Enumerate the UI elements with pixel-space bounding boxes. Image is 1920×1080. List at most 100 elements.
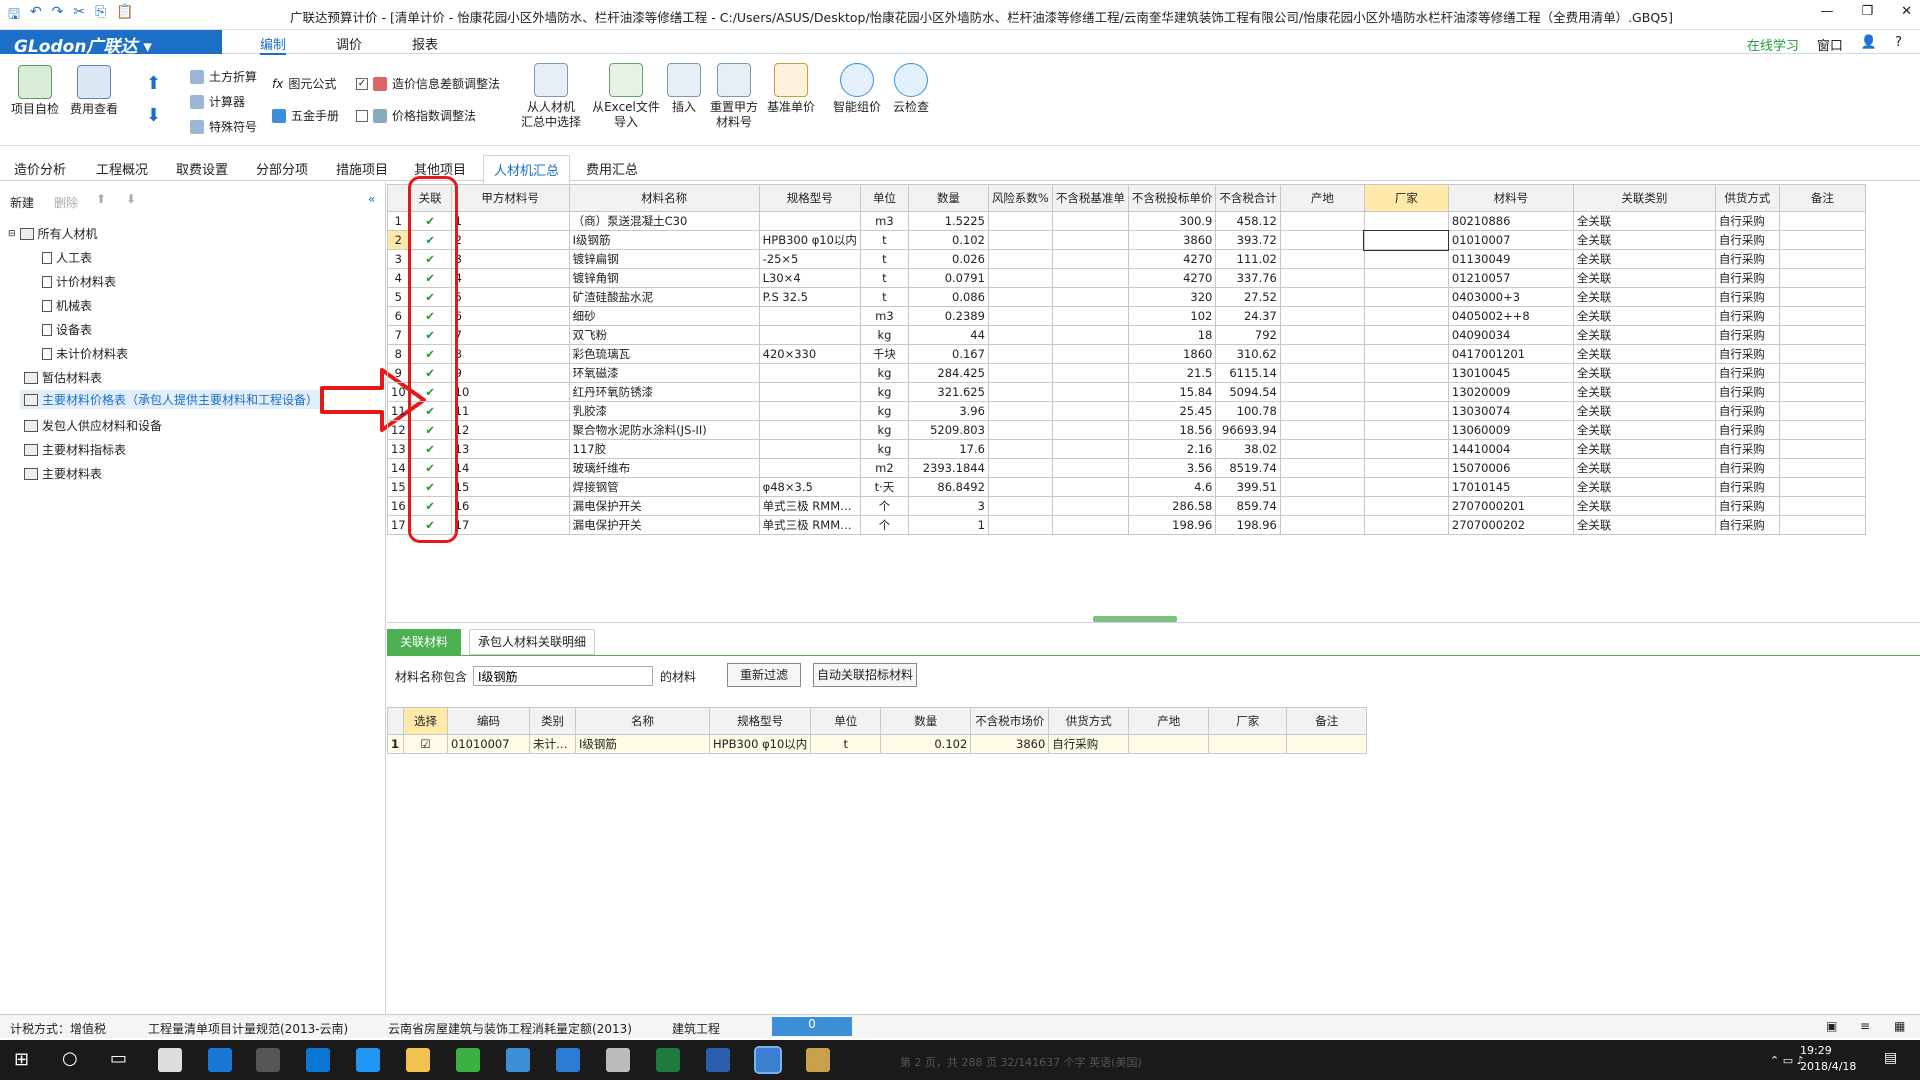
- column-header[interactable]: 规格型号: [708, 707, 812, 735]
- table-row[interactable]: 12 ✔ 12 聚合物水泥防水涂料(JS-II) kg 5209.803 18.56 9669…: [387, 420, 1866, 440]
- tab-reports[interactable]: 报表: [412, 34, 438, 53]
- list-icon[interactable]: ≡: [1860, 1019, 1870, 1033]
- column-header[interactable]: 关联类别: [1572, 184, 1716, 212]
- calculator-icon[interactable]: [606, 1048, 630, 1072]
- search-icon[interactable]: ○: [62, 1048, 78, 1069]
- edge-icon[interactable]: [306, 1048, 330, 1072]
- tab-sub-items[interactable]: 分部分项: [256, 159, 308, 178]
- tab-edit[interactable]: 编制: [260, 34, 287, 55]
- browser-icon[interactable]: [356, 1048, 380, 1072]
- select-from-summary-button[interactable]: 从人材机 汇总中选择: [520, 63, 582, 130]
- project-check-button[interactable]: 项目自检: [8, 65, 62, 117]
- column-header[interactable]: 单位: [810, 707, 882, 735]
- table-row[interactable]: 10 ✔ 10 红丹环氧防锈漆 kg 321.625 15.84 5094.54 1302000…: [387, 382, 1866, 402]
- table-row[interactable]: 16 ✔ 16 漏电保护开关 单式三极 RMM… 个 3 286.58 859.74 270700…: [387, 496, 1866, 516]
- column-header[interactable]: 选择: [403, 707, 448, 735]
- column-header[interactable]: 风险系数%: [987, 184, 1053, 212]
- tray-icons[interactable]: ⌃ ▭ ♪: [1770, 1054, 1804, 1067]
- word-icon[interactable]: [706, 1048, 730, 1072]
- column-header[interactable]: 甲方材料号: [450, 184, 570, 212]
- select-checkbox[interactable]: ☑: [403, 734, 448, 754]
- save-icon[interactable]: 🖫: [8, 4, 20, 28]
- column-header[interactable]: 材料名称: [568, 184, 760, 212]
- column-header[interactable]: 规格型号: [758, 184, 861, 212]
- formula-button[interactable]: fx 图元公式: [272, 75, 336, 92]
- move-down-icon[interactable]: ⬇: [146, 105, 161, 126]
- table-row[interactable]: 7 ✔ 7 双飞粉 kg 44 18 792 04090034 全关联 自行采购: [387, 325, 1866, 345]
- smart-pricing-button[interactable]: 智能组价: [830, 63, 884, 115]
- column-header[interactable]: 名称: [575, 707, 710, 735]
- calculator-button[interactable]: 计算器: [190, 93, 245, 110]
- excel-icon[interactable]: [656, 1048, 680, 1072]
- column-header[interactable]: 单位: [859, 184, 909, 212]
- tab-cost-analysis[interactable]: 造价分析: [14, 159, 66, 178]
- table-row[interactable]: 9 ✔ 9 环氧磁漆 kg 284.425 21.5 6115.14 13010045 全关联 自行…: [387, 363, 1866, 383]
- column-header[interactable]: 不含税投标单价: [1127, 184, 1217, 212]
- tab-contractor-link-detail[interactable]: 承包人材料关联明细: [469, 629, 595, 655]
- user-icon[interactable]: 👤: [1861, 35, 1877, 54]
- tree-node-unpriced-material[interactable]: 未计价材料表: [42, 345, 128, 362]
- folder-icon[interactable]: [406, 1048, 430, 1072]
- table-row[interactable]: 6 ✔ 6 细砂 m3 0.2389 102 24.37 0405002++8 全关联 自行采购: [387, 306, 1866, 326]
- tab-fee-summary[interactable]: 费用汇总: [586, 159, 638, 178]
- tree-node-main-material-price[interactable]: 主要材料价格表（承包人提供主要材料和工程设备）: [20, 390, 323, 409]
- column-header[interactable]: 数量: [880, 707, 972, 735]
- clock-time[interactable]: 19:29: [1800, 1044, 1832, 1057]
- tree-node-main-material[interactable]: 主要材料表: [24, 465, 102, 482]
- start-icon[interactable]: ⊞: [14, 1049, 29, 1070]
- column-header[interactable]: 编码: [447, 707, 530, 735]
- table-row[interactable]: 8 ✔ 8 彩色琉璃瓦 420×330 千块 0.167 1860 310.62 04170012…: [387, 344, 1866, 364]
- column-header[interactable]: 供货方式: [1048, 707, 1130, 735]
- wechat-icon[interactable]: [456, 1048, 480, 1072]
- column-header[interactable]: 不含税基准单: [1051, 184, 1129, 212]
- column-header[interactable]: 产地: [1128, 707, 1210, 735]
- tree-node-main-material-index[interactable]: 主要材料指标表: [24, 441, 126, 458]
- column-header[interactable]: 厂家: [1208, 707, 1288, 735]
- column-header[interactable]: 数量: [907, 184, 989, 212]
- undo-icon[interactable]: ↶: [30, 4, 42, 28]
- reset-owner-material-button[interactable]: 重置甲方 材料号: [706, 63, 762, 130]
- tree-node-equipment[interactable]: 设备表: [42, 321, 92, 338]
- collapse-icon[interactable]: «: [368, 192, 375, 206]
- column-header[interactable]: 备注: [1286, 707, 1368, 735]
- down-icon[interactable]: ⬇: [126, 192, 136, 206]
- hardware-manual-button[interactable]: 五金手册: [272, 107, 339, 124]
- paste-icon[interactable]: 📋: [116, 4, 133, 28]
- t-app-icon[interactable]: [556, 1048, 580, 1072]
- price-index-adjust-checkbox[interactable]: 价格指数调整法: [356, 107, 476, 124]
- table-row[interactable]: 11 ✔ 11 乳胶漆 kg 3.96 25.45 100.78 13030074 全关联 自行采购: [387, 401, 1866, 421]
- table-row[interactable]: 4 ✔ 4 镀锌角钢 L30×4 t 0.0791 4270 337.76 01210057 全关联…: [387, 268, 1866, 288]
- table-row[interactable]: 3 ✔ 3 镀锌扁钢 -25×5 t 0.026 4270 111.02 01130049 全关联自…: [387, 249, 1866, 269]
- column-header[interactable]: [387, 184, 410, 212]
- column-header[interactable]: 不含税合计: [1215, 184, 1281, 212]
- table-row[interactable]: 17 ✔ 17 漏电保护开关 单式三极 RMM… 个 1 198.96 198.96 270700…: [387, 515, 1866, 535]
- up-icon[interactable]: ⬆: [96, 192, 106, 206]
- table-row[interactable]: 1 ✔ 1 （商）泵送混凝土C30 m3 1.5225 300.9 458.12 8021088…: [387, 211, 1866, 231]
- tab-fee-settings[interactable]: 取费设置: [176, 159, 228, 178]
- tab-measures[interactable]: 措施项目: [336, 159, 388, 178]
- import-excel-button[interactable]: 从Excel文件 导入: [590, 63, 662, 130]
- table-row[interactable]: 2 ✔ 2 Ⅰ级钢筋 HPB300 φ10以内 t 0.102 3860 393.72 01010…: [387, 229, 1866, 251]
- cost-view-button[interactable]: 费用查看: [66, 65, 122, 117]
- tree-node-labor[interactable]: 人工表: [42, 249, 92, 266]
- column-header[interactable]: 供货方式: [1714, 184, 1780, 212]
- store-icon[interactable]: [256, 1048, 280, 1072]
- tree-node-machinery[interactable]: 机械表: [42, 297, 92, 314]
- help-icon[interactable]: ?: [1895, 35, 1902, 54]
- table-row[interactable]: 15 ✔ 15 焊接钢管 φ48×3.5 t·天 86.8492 4.6 399.51 17010…: [387, 477, 1866, 497]
- auto-link-button[interactable]: 自动关联招标材料: [813, 663, 917, 687]
- refilter-button[interactable]: 重新过滤: [727, 663, 801, 687]
- price-info-adjust-checkbox[interactable]: ✓ 造价信息差额调整法: [356, 75, 500, 92]
- tab-linked-material[interactable]: 关联材料: [387, 629, 461, 655]
- tree-node-all[interactable]: ⊟ 所有人材机: [8, 225, 98, 242]
- chat-icon[interactable]: [506, 1048, 530, 1072]
- notification-icon[interactable]: ▤: [1884, 1050, 1897, 1066]
- copy-icon[interactable]: ⎘: [95, 4, 106, 28]
- tab-adjust[interactable]: 调价: [336, 34, 362, 53]
- tree-node-owner-supplied[interactable]: 发包人供应材料和设备: [24, 417, 162, 434]
- view-icon[interactable]: ▣: [1826, 1019, 1837, 1033]
- column-header[interactable]: 厂家: [1363, 184, 1449, 212]
- delete-button[interactable]: 删除: [54, 194, 78, 211]
- material-name-filter-input[interactable]: [473, 666, 653, 686]
- new-button[interactable]: 新建: [10, 194, 34, 211]
